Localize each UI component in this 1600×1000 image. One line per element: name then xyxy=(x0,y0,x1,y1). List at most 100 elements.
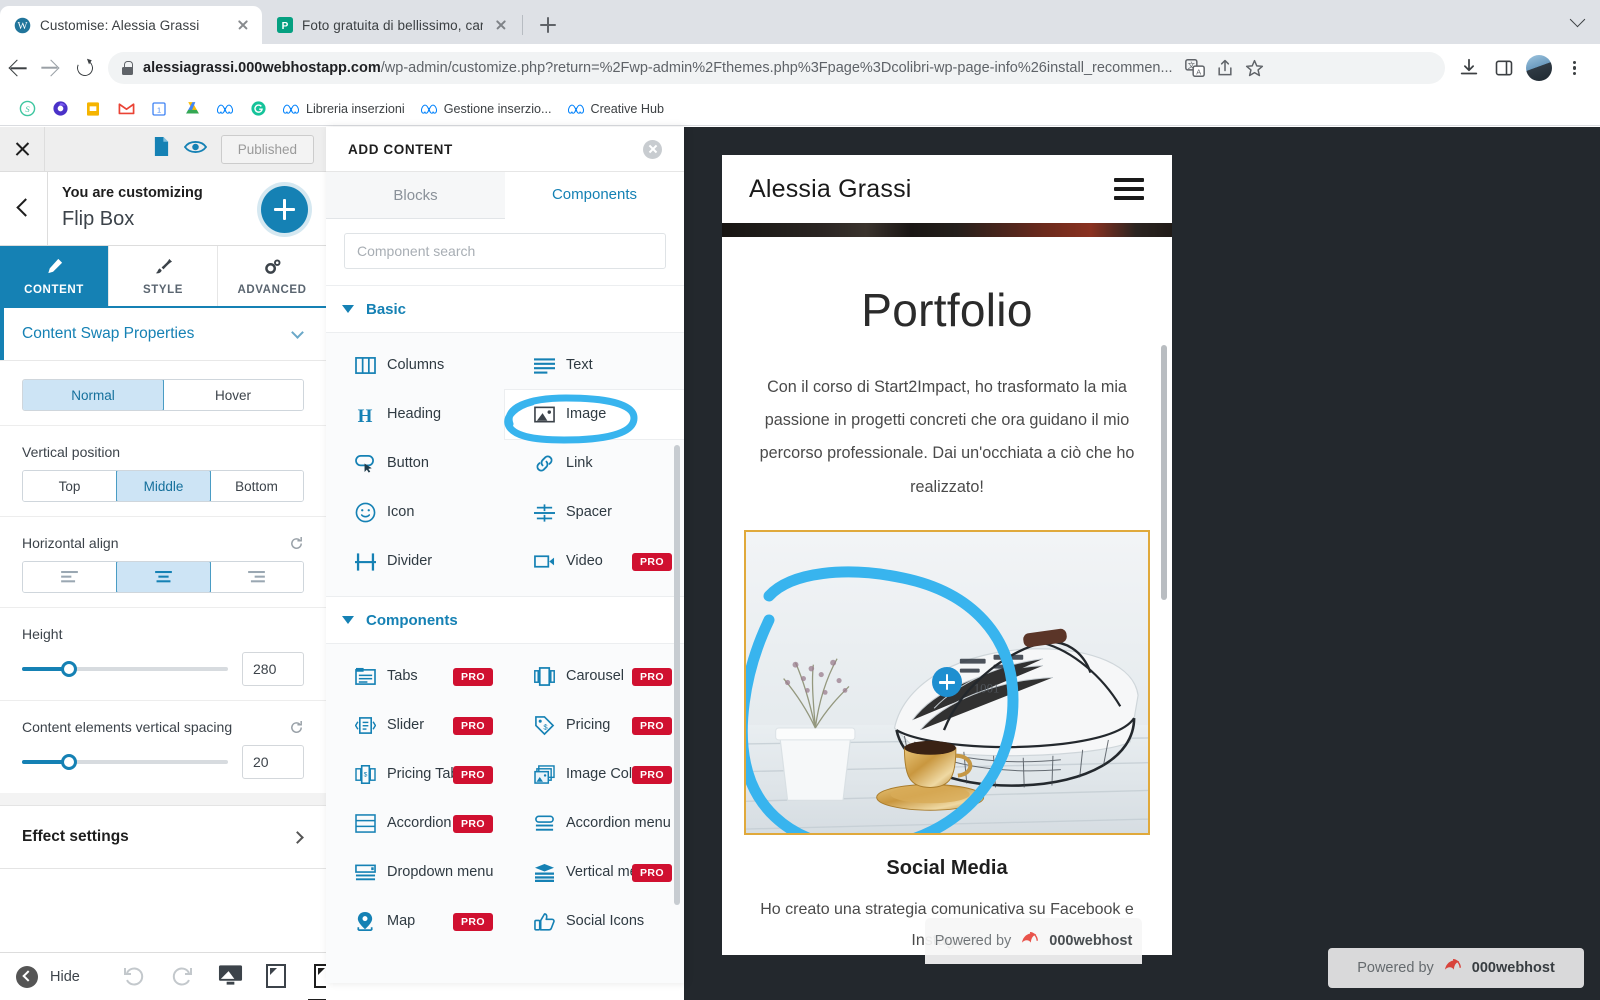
component-search-input[interactable] xyxy=(344,233,666,269)
document-icon[interactable] xyxy=(153,136,170,162)
vertical-spacing-slider[interactable] xyxy=(22,753,228,771)
component-item-pricing-tab[interactable]: $ Pricing Tab PRO xyxy=(326,750,505,799)
bookmark-item[interactable] xyxy=(45,97,75,121)
component-item-accordion-menu[interactable]: Accordion menu xyxy=(505,799,684,848)
component-item-icon[interactable]: Icon xyxy=(326,488,505,537)
bookmark-item[interactable] xyxy=(78,97,108,121)
component-item-video[interactable]: Video PRO xyxy=(505,537,684,586)
close-icon[interactable] xyxy=(492,16,510,34)
component-item-link[interactable]: Link xyxy=(505,439,684,488)
tablet-icon[interactable] xyxy=(265,963,292,990)
mobile-icon[interactable] xyxy=(307,963,326,1000)
component-item-social-icons[interactable]: Social Icons xyxy=(505,897,684,946)
component-item-divider[interactable]: Divider xyxy=(326,537,505,586)
component-item-carousel[interactable]: Carousel PRO xyxy=(505,652,684,701)
align-left-icon[interactable] xyxy=(23,562,117,592)
group-header-components[interactable]: Components xyxy=(326,596,684,644)
bookmark-star-icon[interactable] xyxy=(1241,54,1269,82)
align-center-icon[interactable] xyxy=(116,562,211,592)
bookmark-item[interactable] xyxy=(210,97,240,121)
tab-blocks[interactable]: Blocks xyxy=(326,172,505,219)
eye-preview-icon[interactable] xyxy=(183,139,207,160)
bookmark-item-creative-hub[interactable]: Creative Hub xyxy=(561,97,671,121)
component-item-slider[interactable]: Slider PRO xyxy=(326,701,505,750)
bookmark-item-gestione[interactable]: Gestione inserzio... xyxy=(414,97,558,121)
component-item-button[interactable]: Button xyxy=(326,439,505,488)
effect-settings-row[interactable]: Effect settings xyxy=(0,805,326,869)
state-toggle[interactable]: Normal Hover xyxy=(22,379,304,411)
height-value-input[interactable]: 280 xyxy=(242,652,304,686)
component-item-accordion[interactable]: Accordion PRO xyxy=(326,799,505,848)
share-icon[interactable] xyxy=(1211,54,1239,82)
hamburger-menu-icon[interactable] xyxy=(1114,178,1144,200)
site-preview-frame[interactable]: Alessia Grassi Portfolio Con il corso di… xyxy=(722,155,1172,955)
slider-knob[interactable] xyxy=(61,754,78,770)
close-circle-icon[interactable] xyxy=(643,139,662,159)
preview-scrollbar[interactable] xyxy=(1161,345,1167,600)
reset-icon[interactable] xyxy=(289,720,304,735)
height-slider[interactable] xyxy=(22,660,228,678)
powered-by-badge-preview[interactable]: Powered by 000webhost xyxy=(925,918,1142,964)
back-button[interactable] xyxy=(0,51,34,85)
reset-icon[interactable] xyxy=(289,536,304,551)
side-panel-icon[interactable] xyxy=(1488,52,1520,84)
reload-button[interactable] xyxy=(68,51,102,85)
add-content-button[interactable] xyxy=(261,186,308,233)
profile-avatar[interactable] xyxy=(1523,52,1555,84)
components-scroll-area[interactable]: Basic Columns Text H Heading Image Butto… xyxy=(326,285,684,983)
browser-tab-active[interactable]: W Customise: Alessia Grassi xyxy=(0,6,262,44)
new-tab-button[interactable] xyxy=(531,8,565,42)
tab-content[interactable]: CONTENT xyxy=(0,246,109,306)
close-customizer-button[interactable] xyxy=(0,127,45,172)
download-icon[interactable] xyxy=(1453,52,1485,84)
component-item-image-collage[interactable]: Image Colla PRO xyxy=(505,750,684,799)
portfolio-card-image[interactable]: 1001 xyxy=(744,529,1150,835)
back-button[interactable] xyxy=(0,171,48,246)
close-icon[interactable] xyxy=(234,16,252,34)
bookmark-item-libreria[interactable]: Libreria inserzioni xyxy=(276,97,411,121)
kebab-menu-icon[interactable] xyxy=(1558,52,1590,84)
component-item-tabs[interactable]: Tabs PRO xyxy=(326,652,505,701)
forward-button[interactable] xyxy=(34,51,68,85)
vertical-spacing-value-input[interactable]: 20 xyxy=(242,745,304,779)
vpos-option-middle[interactable]: Middle xyxy=(116,471,211,501)
tab-style[interactable]: STYLE xyxy=(109,246,218,306)
powered-by-badge-corner[interactable]: Powered by 000webhost xyxy=(1328,948,1584,988)
align-right-icon[interactable] xyxy=(210,562,303,592)
bookmark-item[interactable]: 1 xyxy=(144,97,174,121)
component-item-columns[interactable]: Columns xyxy=(326,341,505,390)
component-item-spacer[interactable]: Spacer xyxy=(505,488,684,537)
component-item-map[interactable]: Map PRO xyxy=(326,897,505,946)
undo-icon[interactable] xyxy=(122,964,148,990)
state-option-hover[interactable]: Hover xyxy=(163,380,303,410)
slider-knob[interactable] xyxy=(61,661,78,677)
tab-advanced[interactable]: ADVANCED xyxy=(218,246,326,306)
published-status-button[interactable]: Published xyxy=(220,134,314,164)
vpos-option-bottom[interactable]: Bottom xyxy=(210,471,303,501)
component-item-pricing[interactable]: $ Pricing PRO xyxy=(505,701,684,750)
add-element-plus-button[interactable] xyxy=(932,667,962,698)
address-bar[interactable]: alessiagrassi.000webhostapp.com/wp-admin… xyxy=(108,52,1445,84)
component-item-image[interactable]: Image xyxy=(505,390,684,439)
hide-controls-button[interactable]: Hide xyxy=(0,965,80,988)
bookmark-item[interactable]: S xyxy=(12,97,42,121)
component-item-text[interactable]: Text xyxy=(505,341,684,390)
group-header-basic[interactable]: Basic xyxy=(326,285,684,333)
desktop-icon[interactable] xyxy=(218,964,244,990)
browser-tab-inactive[interactable]: P Foto gratuita di bellissimo, cari xyxy=(262,6,520,44)
horizontal-align-control[interactable] xyxy=(22,561,304,593)
translate-icon[interactable]: 文A xyxy=(1181,54,1209,82)
tab-components[interactable]: Components xyxy=(505,172,684,219)
section-content-swap-properties[interactable]: Content Swap Properties xyxy=(0,308,326,361)
component-item-dropdown-menu[interactable]: Dropdown menu xyxy=(326,848,505,897)
components-scrollbar[interactable] xyxy=(674,445,680,905)
state-option-normal[interactable]: Normal xyxy=(23,380,164,410)
component-item-heading[interactable]: H Heading xyxy=(326,390,505,439)
chevron-down-icon[interactable] xyxy=(1568,11,1586,32)
component-item-vertical-menu[interactable]: Vertical me PRO xyxy=(505,848,684,897)
vertical-position-control[interactable]: Top Middle Bottom xyxy=(22,470,304,502)
vpos-option-top[interactable]: Top xyxy=(23,471,117,501)
bookmark-item[interactable] xyxy=(243,97,273,121)
bookmark-item[interactable] xyxy=(177,97,207,121)
redo-icon[interactable] xyxy=(170,964,196,990)
